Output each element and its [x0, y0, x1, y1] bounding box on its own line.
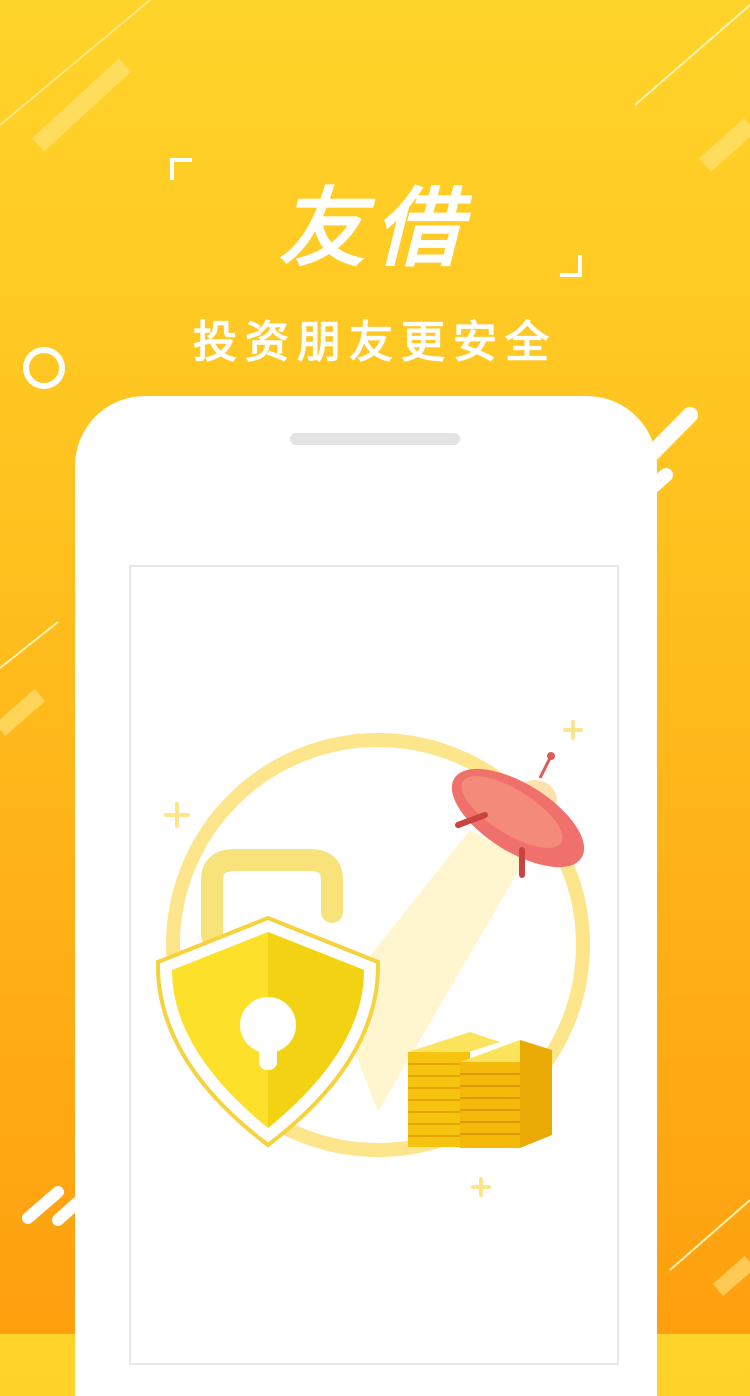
coin-stack-icon — [408, 1032, 552, 1148]
security-illustration — [155, 720, 590, 1197]
lock-shield-icon — [155, 915, 381, 1148]
